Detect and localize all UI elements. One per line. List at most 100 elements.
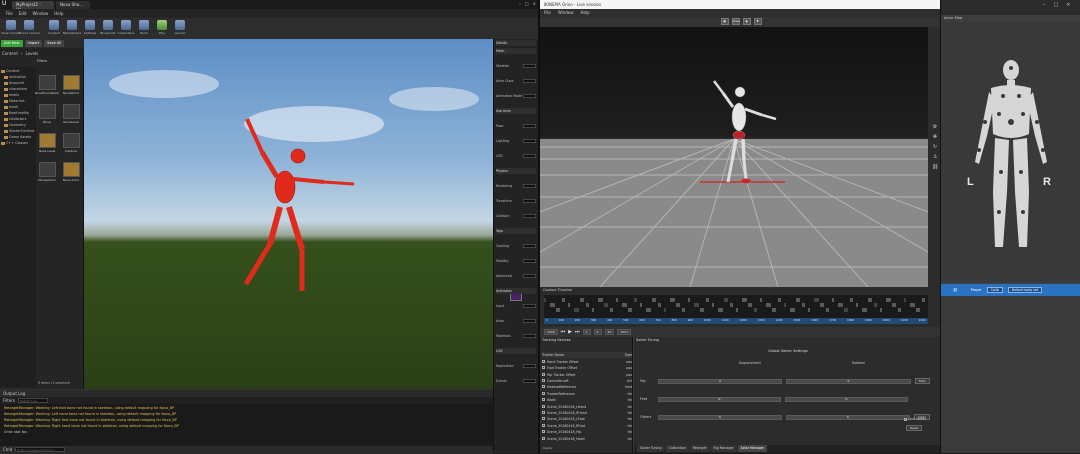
toolbar-marketplace-button[interactable]: Marketplace [63,19,81,35]
details-row[interactable]: Rendering [496,183,536,189]
body-set-select[interactable]: Default body set [1007,287,1043,293]
menu-file[interactable]: File [6,11,13,16]
details-row[interactable]: Pose [496,123,536,129]
details-row[interactable]: LOD [496,348,536,354]
details-row[interactable]: Advanced [496,273,536,279]
details-row[interactable]: Tags [496,228,536,234]
details-row[interactable]: Activation [496,288,536,294]
asset-tile[interactable]: NovaFoundation [35,75,59,101]
ik-menu-file[interactable]: File [544,10,551,16]
fps-field[interactable]: 30 [604,329,615,335]
output-log-tab[interactable]: Output Log [3,391,25,396]
ik-menu-window[interactable]: Window [558,10,574,16]
save-all-button[interactable]: Save All [44,40,65,47]
tracker-row[interactable]: Scene_20180418_Hip trk [542,429,632,435]
checkbox-icon[interactable] [542,366,545,370]
filter-button[interactable]: Filter [914,378,930,384]
checkbox-icon[interactable] [542,379,545,383]
details-field[interactable] [523,154,536,158]
menu-window[interactable]: Window [32,11,48,16]
asset-tile[interactable]: Nova Actor [61,162,81,188]
toolbar-build-button[interactable]: Build [137,19,151,35]
link-icon[interactable]: ⛓ [953,288,958,292]
tracker-row[interactable]: Hand Tracker Offset pos [542,359,632,365]
console-input[interactable]: Enter Console Command [15,447,66,452]
close-icon[interactable]: × [533,1,536,7]
others-rotation-slider[interactable]: 0 [785,414,910,420]
details-row[interactable]: Transform [496,198,536,204]
details-field[interactable] [523,79,536,83]
solver-tab[interactable]: Solver Tuning [637,445,665,452]
details-field[interactable] [523,274,536,278]
details-field[interactable] [523,214,536,218]
checkbox-icon[interactable] [542,359,545,363]
menu-edit[interactable]: Edit [19,11,27,16]
details-row[interactable]: Events [496,378,536,384]
minimize-icon[interactable]: – [519,1,521,7]
checkbox-icon[interactable] [542,404,545,408]
checkbox-icon[interactable] [542,385,545,389]
details-row[interactable]: Anim Class [496,78,536,84]
details-row[interactable]: Use Anim [496,108,536,114]
lock-solver-checkbox[interactable]: Lock solver [904,417,926,421]
tracker-row[interactable]: HeadsetReference hmd [542,385,632,391]
details-row[interactable]: Mesh [496,48,536,54]
tracker-row[interactable]: Waist trk [542,397,632,403]
view-button[interactable]: View [731,18,740,25]
asset-tile[interactable]: Nova Level [37,133,57,159]
checkbox-icon[interactable] [542,423,545,427]
tracker-row[interactable]: TrackerReference trk [542,391,632,397]
details-row[interactable]: Input [496,303,536,309]
end-field[interactable]: 1051 [617,329,631,335]
import-button[interactable]: Import [24,40,43,47]
details-field[interactable] [523,334,536,338]
details-row[interactable]: Lighting [496,138,536,144]
solver-tab[interactable]: Retarget [689,445,710,452]
start-field[interactable]: 0 [582,329,591,335]
filters-dropdown[interactable]: Filters [3,398,15,403]
offset-field[interactable]: 0 [593,329,602,335]
reset-button[interactable]: Reset [906,425,923,431]
toolbar-save-button[interactable]: Save Current [1,19,21,35]
asset-tile[interactable]: NovaLevel [61,104,81,130]
feet-rotation-slider[interactable]: 0 [785,396,908,402]
details-row[interactable]: Replication [496,363,536,369]
toolbar-settings-button[interactable]: Settings [83,19,97,35]
asset-tile[interactable]: Nova [37,104,57,130]
asset-tile[interactable]: Capture [61,133,81,159]
details-row[interactable]: Animation Mode [496,93,536,99]
ue-viewport[interactable] [84,39,493,389]
details-row[interactable]: Physics [496,168,536,174]
close-icon[interactable]: × [1066,2,1070,8]
tracker-row[interactable]: Scene_20180418_RHand trk [542,410,632,416]
details-field[interactable] [523,259,536,263]
grid-toggle-icon[interactable]: ▦ [720,18,729,25]
move-tool-icon[interactable]: ✥ [932,135,938,140]
details-field[interactable] [523,139,536,143]
details-row[interactable]: Mobility [496,258,536,264]
play-icon[interactable]: ▶ [568,329,572,335]
settings-gear-icon[interactable]: ⚙ [932,125,938,130]
details-row[interactable]: Collision [496,213,536,219]
maximize-icon[interactable]: □ [1054,2,1059,8]
tracker-row[interactable]: Scene_20180418_RFoot trk [542,423,632,429]
timeline-ruler[interactable]: 0 100 200 300 400 500 600 700 800 900 1000 1100 1200… [544,318,928,324]
checkbox-icon[interactable] [542,391,545,395]
solver-tab[interactable]: Actor Manager [737,445,768,452]
ik-menu-help[interactable]: Help [580,10,589,16]
hip-displacement-slider[interactable]: 0 [658,378,783,384]
add-new-button[interactable]: Add New [1,40,23,47]
minimize-icon[interactable]: – [1043,2,1046,8]
details-field[interactable] [523,124,536,128]
details-row[interactable]: LOD [496,153,536,159]
link-icon[interactable]: ⛓ [932,165,938,170]
checkbox-icon[interactable] [542,398,545,402]
tracker-row[interactable]: ControllerLeft ctrl [542,378,632,384]
camera-icon[interactable]: ◉ [742,18,751,25]
ue-tab-project[interactable]: MyProject2 - Un... [12,1,54,12]
solver-tab[interactable]: Calibration [665,445,689,452]
details-field[interactable] [523,244,536,248]
toolbar-source-control-button[interactable]: Source Control [18,19,40,35]
skeleton-toggle-icon[interactable]: ✚ [753,18,762,25]
frame-field[interactable]: 1920 [544,329,558,335]
